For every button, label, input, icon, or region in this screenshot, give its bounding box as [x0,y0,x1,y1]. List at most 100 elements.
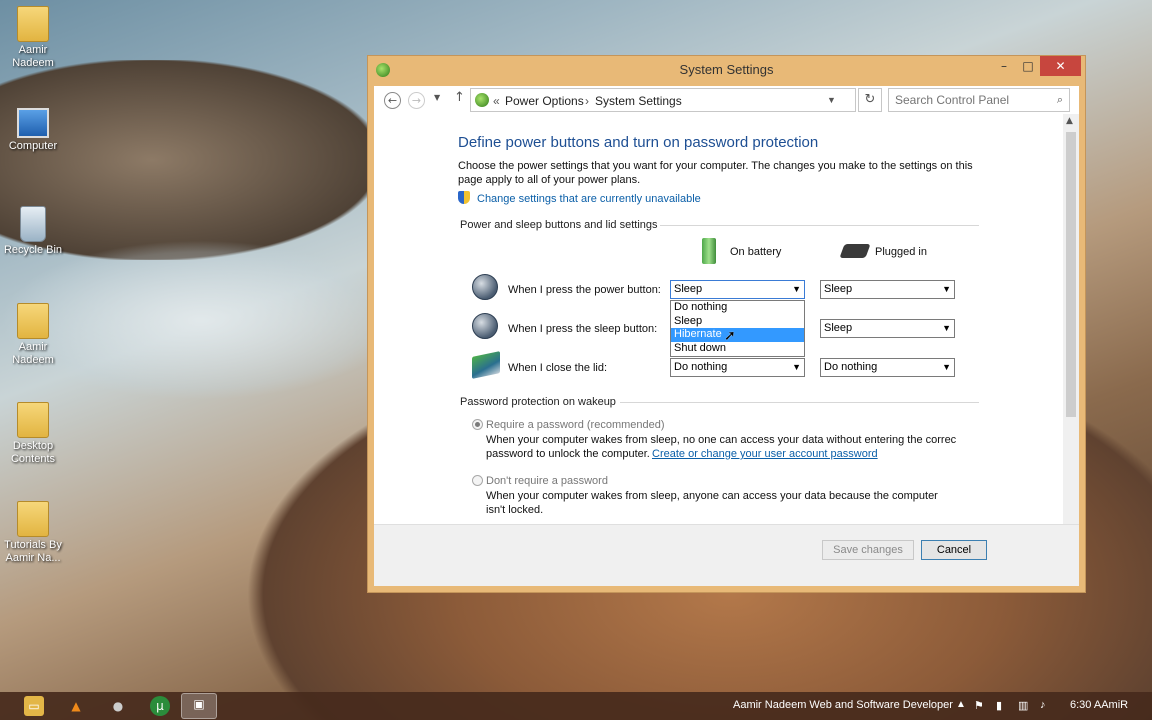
column-plugged-in: Plugged in [875,246,927,258]
breadcrumb-system-settings[interactable]: System Settings [595,94,682,108]
action-center-flag-icon[interactable]: ⚑ [974,699,984,712]
content-pane: Define power buttons and turn on passwor… [374,114,1079,586]
power-button-options-list: Do nothing Sleep Hibernate Shut down [670,300,805,357]
desktop-icon-user[interactable]: Aamir Nadeem [0,6,66,70]
show-hidden-icons-icon[interactable]: ▲ [956,699,966,710]
select-value: Do nothing [674,361,728,373]
control-panel-icon [475,93,489,107]
sleep-button-plugged-select[interactable]: Sleep ▼ [820,319,955,338]
column-on-battery: On battery [730,246,782,258]
create-password-link[interactable]: Create or change your user account passw… [652,447,878,461]
desktop-icon-label: Recycle Bin [3,244,63,256]
power-tray-icon[interactable]: ▮ [996,699,1002,712]
mouse-cursor-icon: ➚ [724,328,736,344]
refresh-icon[interactable]: ↻ [858,88,882,112]
select-value: Sleep [824,322,853,334]
vlc-icon[interactable]: ▲ [66,696,86,716]
address-bar[interactable]: « Power Options › System Settings ▼ [470,88,856,112]
breadcrumb-power-options[interactable]: Power Options [505,94,584,108]
change-settings-link[interactable]: Change settings that are currently unava… [477,192,701,206]
option-hibernate[interactable]: Hibernate [671,328,804,342]
select-value: Sleep [824,283,853,295]
control-panel-taskbar-button[interactable]: ▣ [181,693,217,719]
cancel-button[interactable]: Cancel [921,540,987,560]
taskbar: ▭ ▲ ● µ ▣ Aamir Nadeem Web and Software … [0,692,1152,720]
back-arrow-icon[interactable]: ← [384,92,401,109]
power-button-icon [472,274,498,300]
desktop-icon-label: Desktop Contents [10,440,56,465]
require-password-description-cont: password to unlock the computer. [486,448,650,460]
sleep-button-icon [472,313,498,339]
require-password-description: When your computer wakes from sleep, no … [486,434,956,446]
chevron-down-icon: ▼ [942,284,951,294]
power-button-battery-select[interactable]: Sleep ▼ [670,280,805,299]
computer-icon [17,108,49,138]
address-dropdown-icon[interactable]: ▼ [827,95,836,105]
row-label-close-lid: When I close the lid: [508,362,608,374]
scrollbar-thumb[interactable] [1066,132,1076,417]
chevron-down-icon: ▼ [942,323,951,333]
volume-icon[interactable]: ♪ [1040,699,1046,711]
desktop-icon-label: Aamir Nadeem [12,44,54,69]
navigation-bar: ← → ▼ ↑ « Power Options › System Setting… [374,86,1079,114]
chevron-down-icon: ▼ [792,284,801,294]
desktop-icon-recycle-bin[interactable]: Recycle Bin [0,206,66,257]
shield-icon [458,191,470,204]
recycle-bin-icon [20,206,46,242]
desktop-icon-label: Tutorials By Aamir Na... [4,539,62,564]
maximize-button[interactable]: □ [1014,56,1042,76]
require-password-radio[interactable] [472,419,483,430]
forward-arrow-icon[interactable]: → [408,92,425,109]
laptop-lid-icon [472,351,500,379]
search-icon[interactable]: ⌕ [1057,93,1063,107]
folder-icon [17,402,49,438]
breadcrumb-separator: › [585,94,589,108]
page-title: Define power buttons and turn on passwor… [458,134,819,151]
system-settings-window: System Settings – □ ✕ ← → ▼ ↑ « Power Op… [367,55,1086,593]
up-arrow-icon[interactable]: ↑ [454,90,465,105]
desktop-icon-label: Aamir Nadeem [12,341,54,366]
clock[interactable]: 6:30 AAmiR [1070,699,1128,711]
folder-icon [17,303,49,339]
desktop-icon-computer[interactable]: Computer [0,108,66,153]
section-power-buttons: Power and sleep buttons and lid settings [460,219,658,231]
search-box[interactable]: ⌕ [888,88,1070,112]
save-changes-button[interactable]: Save changes [822,540,914,560]
window-title: System Settings [679,62,774,77]
search-input[interactable] [895,93,1045,107]
recent-locations-icon[interactable]: ▼ [434,93,440,102]
no-password-label: Don't require a password [486,475,608,487]
desktop-icon-desktop-contents[interactable]: Desktop Contents [0,402,66,466]
network-icon[interactable]: ▥ [1018,699,1028,712]
scroll-up-icon[interactable]: ▲ [1066,116,1073,126]
lid-battery-select[interactable]: Do nothing ▼ [670,358,805,377]
lid-plugged-select[interactable]: Do nothing ▼ [820,358,955,377]
row-label-sleep-button: When I press the sleep button: [508,323,658,335]
dialog-footer: Save changes Cancel [374,524,1079,586]
no-password-radio[interactable] [472,475,483,486]
option-shut-down[interactable]: Shut down [671,342,804,356]
divider [620,402,979,403]
desktop-icon-folder-aamir[interactable]: Aamir Nadeem [0,303,66,367]
select-value: Do nothing [824,361,878,373]
select-value: Sleep [674,283,703,295]
title-bar[interactable]: System Settings – □ ✕ [368,56,1085,84]
app-shortcut-icon[interactable]: ● [108,696,128,716]
option-do-nothing[interactable]: Do nothing [671,301,804,315]
power-button-plugged-select[interactable]: Sleep ▼ [820,280,955,299]
breadcrumb-prefix: « [493,94,500,108]
chevron-down-icon: ▼ [792,362,801,372]
chevron-down-icon: ▼ [942,362,951,372]
desktop-icon-tutorials[interactable]: Tutorials By Aamir Na... [0,501,66,565]
plug-icon [839,244,871,258]
close-button[interactable]: ✕ [1040,56,1081,76]
file-explorer-icon[interactable]: ▭ [24,696,44,716]
battery-icon [702,238,716,264]
option-sleep[interactable]: Sleep [671,315,804,329]
intro-text: Choose the power settings that you want … [458,160,973,186]
vertical-scrollbar[interactable]: ▲ ▼ [1063,114,1079,544]
row-label-power-button: When I press the power button: [508,284,661,296]
utorrent-icon[interactable]: µ [150,696,170,716]
no-password-description: When your computer wakes from sleep, any… [486,490,938,516]
desktop-icon-label: Computer [8,140,58,152]
